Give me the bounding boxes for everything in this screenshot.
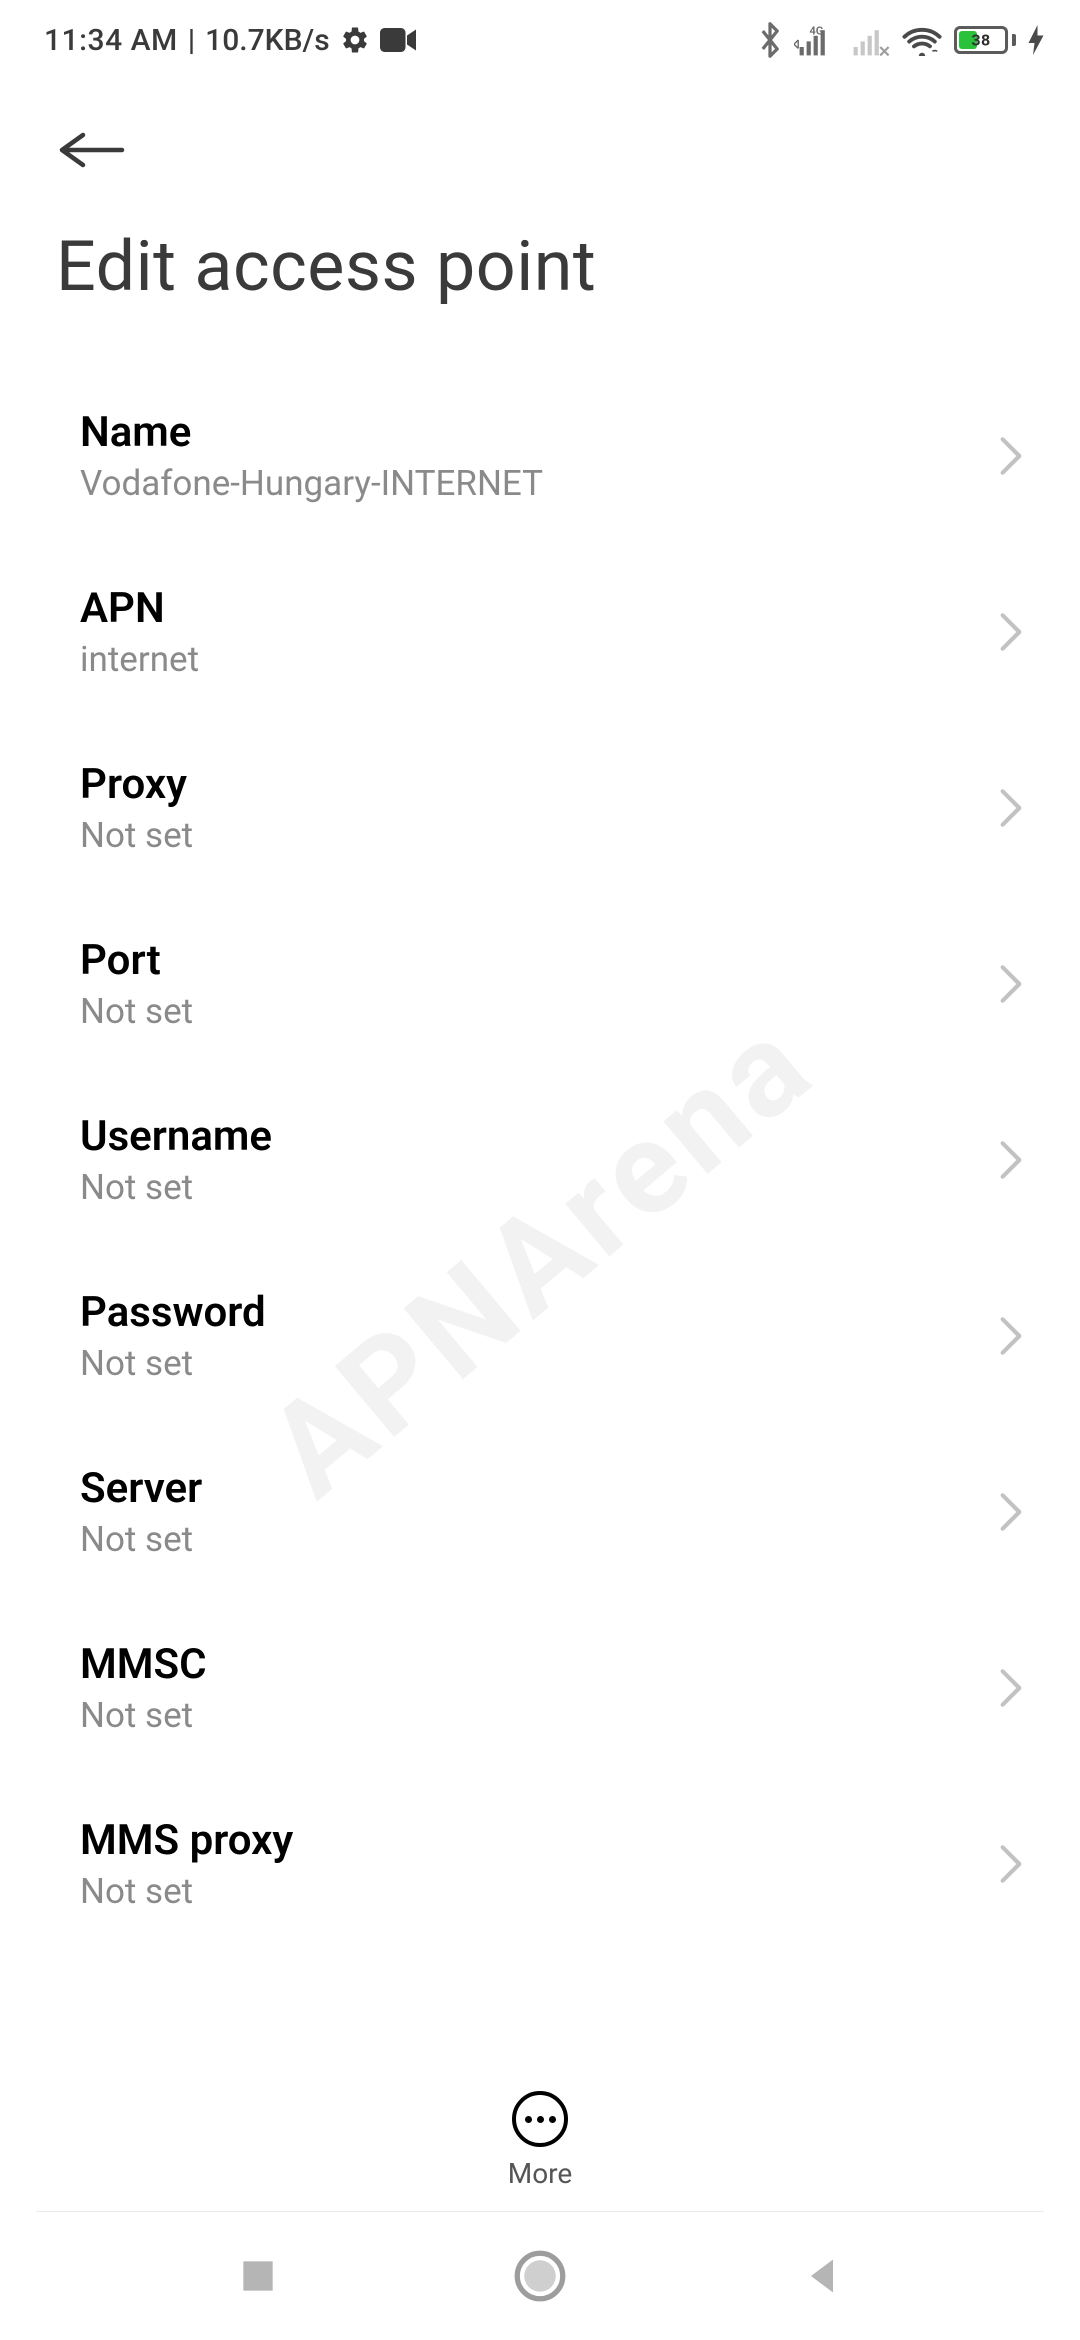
- status-bar: 11:34 AM | 10.7KB/s 4G: [0, 0, 1080, 80]
- item-value: Not set: [80, 991, 193, 1032]
- page-title: Edit access point: [0, 190, 1080, 368]
- more-label: More: [508, 2157, 573, 2190]
- charging-icon: [1028, 25, 1044, 55]
- item-value: internet: [80, 639, 199, 680]
- wifi-icon: [902, 24, 942, 56]
- chevron-right-icon: [998, 1668, 1024, 1708]
- back-button[interactable]: [52, 110, 132, 190]
- status-net-speed: 10.7KB/s: [205, 23, 330, 58]
- bluetooth-icon: [758, 22, 782, 58]
- chevron-right-icon: [998, 1492, 1024, 1532]
- item-value: Not set: [80, 1695, 207, 1736]
- list-item-proxy[interactable]: Proxy Not set: [56, 720, 1024, 896]
- list-item-mmsc[interactable]: MMSC Not set: [56, 1600, 1024, 1776]
- item-label: Username: [80, 1112, 272, 1161]
- gear-icon: [340, 25, 370, 55]
- more-icon: [512, 2091, 568, 2147]
- signal-secondary-icon: [848, 24, 890, 56]
- item-label: Password: [80, 1288, 266, 1337]
- chevron-right-icon: [998, 1140, 1024, 1180]
- battery-indicator: 38: [954, 26, 1016, 54]
- item-label: Server: [80, 1464, 202, 1513]
- item-label: MMS proxy: [80, 1816, 293, 1865]
- nav-bar: [0, 2212, 1080, 2340]
- chevron-right-icon: [998, 788, 1024, 828]
- settings-list: Name Vodafone-Hungary-INTERNET APN inter…: [0, 368, 1080, 1952]
- item-value: Not set: [80, 1871, 293, 1912]
- nav-recent-button[interactable]: [236, 2254, 280, 2298]
- item-value: Not set: [80, 1519, 202, 1560]
- status-left: 11:34 AM | 10.7KB/s: [44, 23, 416, 58]
- item-label: Proxy: [80, 760, 193, 809]
- chevron-right-icon: [998, 436, 1024, 476]
- chevron-right-icon: [998, 1316, 1024, 1356]
- nav-home-button[interactable]: [512, 2248, 568, 2304]
- item-value: Not set: [80, 1167, 272, 1208]
- nav-back-button[interactable]: [800, 2254, 844, 2298]
- list-item-server[interactable]: Server Not set: [56, 1424, 1024, 1600]
- list-item-apn[interactable]: APN internet: [56, 544, 1024, 720]
- app-bar: [0, 80, 1080, 190]
- item-label: APN: [80, 584, 199, 633]
- status-separator: |: [188, 23, 195, 58]
- item-value: Not set: [80, 815, 193, 856]
- list-item-name[interactable]: Name Vodafone-Hungary-INTERNET: [56, 368, 1024, 544]
- more-button[interactable]: More: [0, 2091, 1080, 2190]
- status-right: 4G: [758, 22, 1044, 58]
- status-time: 11:34 AM: [44, 23, 178, 58]
- item-label: Name: [80, 408, 543, 457]
- battery-percent: 38: [957, 31, 1005, 50]
- arrow-left-icon: [56, 126, 128, 174]
- item-value: Not set: [80, 1343, 266, 1384]
- signal-primary-icon: 4G: [794, 24, 836, 56]
- chevron-right-icon: [998, 612, 1024, 652]
- videocam-icon: [380, 28, 416, 52]
- list-item-password[interactable]: Password Not set: [56, 1248, 1024, 1424]
- list-item-port[interactable]: Port Not set: [56, 896, 1024, 1072]
- chevron-right-icon: [998, 964, 1024, 1004]
- list-item-username[interactable]: Username Not set: [56, 1072, 1024, 1248]
- item-label: Port: [80, 936, 193, 985]
- chevron-right-icon: [998, 1844, 1024, 1884]
- list-item-mms-proxy[interactable]: MMS proxy Not set: [56, 1776, 1024, 1952]
- item-label: MMSC: [80, 1640, 207, 1689]
- item-value: Vodafone-Hungary-INTERNET: [80, 463, 543, 504]
